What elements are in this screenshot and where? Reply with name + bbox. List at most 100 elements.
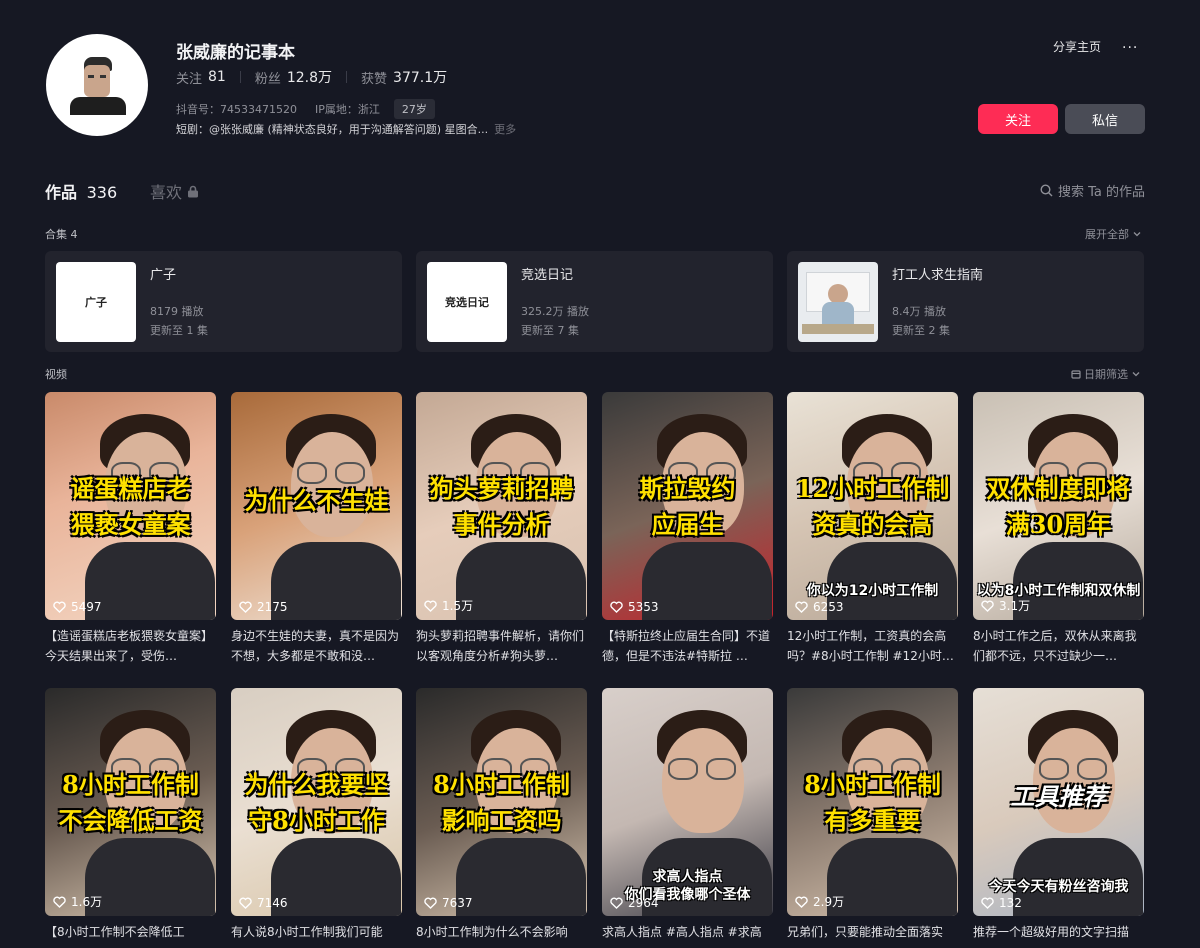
video-caption[interactable]: 身边不生娃的夫妻，真不是因为不想，大多都是不敢和没… xyxy=(231,626,402,666)
video-likes-count: 1.6万 xyxy=(71,895,103,909)
video-caption[interactable]: 12小时工作制，工资真的会高吗？#8小时工作制 #12小时… xyxy=(787,626,958,666)
video-likes-count: 7637 xyxy=(442,896,473,910)
likes-count: 377.1万 xyxy=(393,70,448,86)
video-thumbnail[interactable]: 双休制度即将 满30周年 以为8小时工作制和双休制 3.1万 xyxy=(973,392,1144,620)
video-overlay-text: 不会降低工资 xyxy=(58,806,203,835)
collection-thumbnail: 竞选日记 xyxy=(427,262,507,342)
video-thumbnail[interactable]: 狗头萝莉招聘 事件分析 1.5万 xyxy=(416,392,587,620)
video-card[interactable]: 为什么我要坚 守8小时工作 7146 有人说8小时工作制我们可能 xyxy=(231,688,402,942)
video-thumbnail[interactable]: 谣蛋糕店老 猥亵女童案 5497 xyxy=(45,392,216,620)
video-caption[interactable]: 兄弟们，只要能推动全面落实 xyxy=(787,922,958,942)
video-thumbnail[interactable]: 为什么我要坚 守8小时工作 7146 xyxy=(231,688,402,916)
video-overlay-text: 8小时工作制 xyxy=(433,770,570,799)
expand-all-button[interactable]: 展开全部 xyxy=(1085,226,1142,242)
video-likes: 2.9万 xyxy=(795,893,844,910)
collection-thumbnail xyxy=(798,262,878,342)
video-card[interactable]: 为什么不生娃 2175 身边不生娃的夫妻，真不是因为不想，大多都是不敢和没… xyxy=(231,392,402,666)
video-overlay-text: 为什么我要坚 xyxy=(244,770,389,799)
avatar-image xyxy=(62,55,132,115)
video-thumbnail[interactable]: 工具推荐 今天今天有粉丝咨询我 132 xyxy=(973,688,1144,916)
video-caption[interactable]: 求高人指点 #高人指点 #求高 xyxy=(602,922,773,942)
collection-card[interactable]: 打工人求生指南 8.4万 播放 更新至 2 集 xyxy=(787,251,1144,352)
date-filter-label: 日期筛选 xyxy=(1084,368,1128,381)
video-card[interactable]: 8小时工作制 不会降低工资 1.6万 【8小时工作制不会降低工 xyxy=(45,688,216,942)
collection-updated: 更新至 2 集 xyxy=(892,324,950,337)
search-label: 搜索 Ta 的作品 xyxy=(1058,185,1146,200)
video-card[interactable]: 工具推荐 今天今天有粉丝咨询我 132 推荐一个超级好用的文字扫描 xyxy=(973,688,1144,942)
collection-title: 广子 xyxy=(150,268,177,283)
tab-works[interactable]: 作品 336 xyxy=(45,179,117,203)
bio-more-link[interactable]: 更多 xyxy=(494,123,516,136)
video-caption[interactable]: 8小时工作之后，双休从来离我们都不远，只不过缺少一… xyxy=(973,626,1144,666)
video-card[interactable]: 12小时工作制 资真的会高 你以为12小时工作制 6253 12小时工作制，工资真的会高… xyxy=(787,392,958,666)
video-likes: 1.5万 xyxy=(424,597,473,614)
bio-text: 短剧：@张张威廉 (精神状态良好，用于沟通解答问题) 星图合... xyxy=(176,123,489,136)
video-caption[interactable]: 8小时工作制为什么不会影响 xyxy=(416,922,587,942)
video-thumbnail[interactable]: 为什么不生娃 2175 xyxy=(231,392,402,620)
follow-button[interactable]: 关注 xyxy=(978,104,1058,134)
chevron-down-icon xyxy=(1133,232,1141,237)
age-badge: 27岁 xyxy=(393,99,435,119)
video-caption[interactable]: 有人说8小时工作制我们可能 xyxy=(231,922,402,942)
avatar[interactable] xyxy=(46,34,148,136)
video-thumbnail[interactable]: 8小时工作制 影响工资吗 7637 xyxy=(416,688,587,916)
video-card[interactable]: 斯拉毁约 应届生 5353 【特斯拉终止应届生合同】不道德，但是不违法#特斯拉 … xyxy=(602,392,773,666)
video-thumbnail[interactable]: 求高人指点 你们看我像哪个圣体 2964 xyxy=(602,688,773,916)
message-button[interactable]: 私信 xyxy=(1065,104,1145,134)
ip-location: IP属地：浙江 xyxy=(314,103,380,116)
video-thumbnail[interactable]: 12小时工作制 资真的会高 你以为12小时工作制 6253 xyxy=(787,392,958,620)
collection-card[interactable]: 广子 广子 8179 播放 更新至 1 集 xyxy=(45,251,402,352)
video-card[interactable]: 求高人指点 你们看我像哪个圣体 2964 求高人指点 #高人指点 #求高 xyxy=(602,688,773,942)
video-likes-count: 1.5万 xyxy=(442,599,474,613)
video-thumbnail[interactable]: 8小时工作制 有多重要 2.9万 xyxy=(787,688,958,916)
video-overlay-text: 为什么不生娃 xyxy=(244,486,389,515)
video-card[interactable]: 8小时工作制 有多重要 2.9万兄弟们，只要能推动全面落实 xyxy=(787,688,958,942)
search-works[interactable]: 搜索 Ta 的作品 xyxy=(1040,181,1145,200)
video-overlay-text: 事件分析 xyxy=(453,510,550,539)
video-subtitle: 今天今天有粉丝咨询我 xyxy=(988,879,1129,895)
date-filter-button[interactable]: 日期筛选 xyxy=(1071,366,1141,382)
video-card[interactable]: 双休制度即将 满30周年 以为8小时工作制和双休制 3.1万 8小时工作之后，双休从来离… xyxy=(973,392,1144,666)
video-likes-count: 5353 xyxy=(628,600,659,614)
douyin-id: 抖音号：74533471520 xyxy=(176,103,297,116)
collection-updated: 更新至 1 集 xyxy=(150,324,208,337)
fans-count[interactable]: 12.8万 xyxy=(287,67,332,87)
following-count[interactable]: 81 xyxy=(208,69,226,85)
video-overlay-text: 斯拉毁约 xyxy=(639,474,736,503)
video-overlay-text: 守8小时工作 xyxy=(248,806,385,835)
video-card[interactable]: 谣蛋糕店老 猥亵女童案 5497 【造谣蛋糕店老板猥亵女童案】今天结果出来了，受伤… xyxy=(45,392,216,666)
tab-works-count: 336 xyxy=(86,183,118,202)
video-overlay-text: 8小时工作制 xyxy=(804,770,941,799)
video-caption[interactable]: 【8小时工作制不会降低工 xyxy=(45,922,216,942)
heart-icon xyxy=(53,896,66,908)
search-icon xyxy=(1040,184,1053,197)
video-likes: 2175 xyxy=(239,600,288,614)
videos-title: 视频 xyxy=(45,368,67,381)
heart-icon xyxy=(239,601,252,613)
more-options-icon[interactable]: ... xyxy=(1122,36,1138,52)
video-caption[interactable]: 【造谣蛋糕店老板猥亵女童案】今天结果出来了，受伤… xyxy=(45,626,216,666)
share-profile-button[interactable]: 分享主页 xyxy=(1053,38,1101,55)
tab-likes-label: 喜欢 xyxy=(150,183,183,202)
video-likes-count: 5497 xyxy=(71,600,102,614)
heart-icon xyxy=(239,897,252,909)
video-thumbnail[interactable]: 8小时工作制 不会降低工资 1.6万 xyxy=(45,688,216,916)
collection-plays: 8179 播放 xyxy=(150,305,204,318)
video-likes: 2964 xyxy=(610,896,659,910)
tab-likes[interactable]: 喜欢 xyxy=(150,179,199,203)
video-caption[interactable]: 推荐一个超级好用的文字扫描 xyxy=(973,922,1144,942)
video-subtitle: 你以为12小时工作制 xyxy=(806,583,939,599)
heart-icon xyxy=(795,601,808,613)
video-card[interactable]: 狗头萝莉招聘 事件分析 1.5万 狗头萝莉招聘事件解析，请你们以客观角度分析#狗头萝… xyxy=(416,392,587,666)
video-caption[interactable]: 狗头萝莉招聘事件解析，请你们以客观角度分析#狗头萝… xyxy=(416,626,587,666)
video-thumbnail[interactable]: 斯拉毁约 应届生 5353 xyxy=(602,392,773,620)
profile-name: 张威廉的记事本 xyxy=(176,43,295,63)
collection-card[interactable]: 竞选日记 竞选日记 325.2万 播放 更新至 7 集 xyxy=(416,251,773,352)
chevron-down-icon xyxy=(1132,372,1140,377)
video-caption[interactable]: 【特斯拉终止应届生合同】不道德，但是不违法#特斯拉 … xyxy=(602,626,773,666)
video-likes-count: 7146 xyxy=(257,896,288,910)
heart-icon xyxy=(424,600,437,612)
video-card[interactable]: 8小时工作制 影响工资吗 7637 8小时工作制为什么不会影响 xyxy=(416,688,587,942)
lock-icon xyxy=(188,185,199,197)
following-label: 关注 xyxy=(176,71,203,87)
